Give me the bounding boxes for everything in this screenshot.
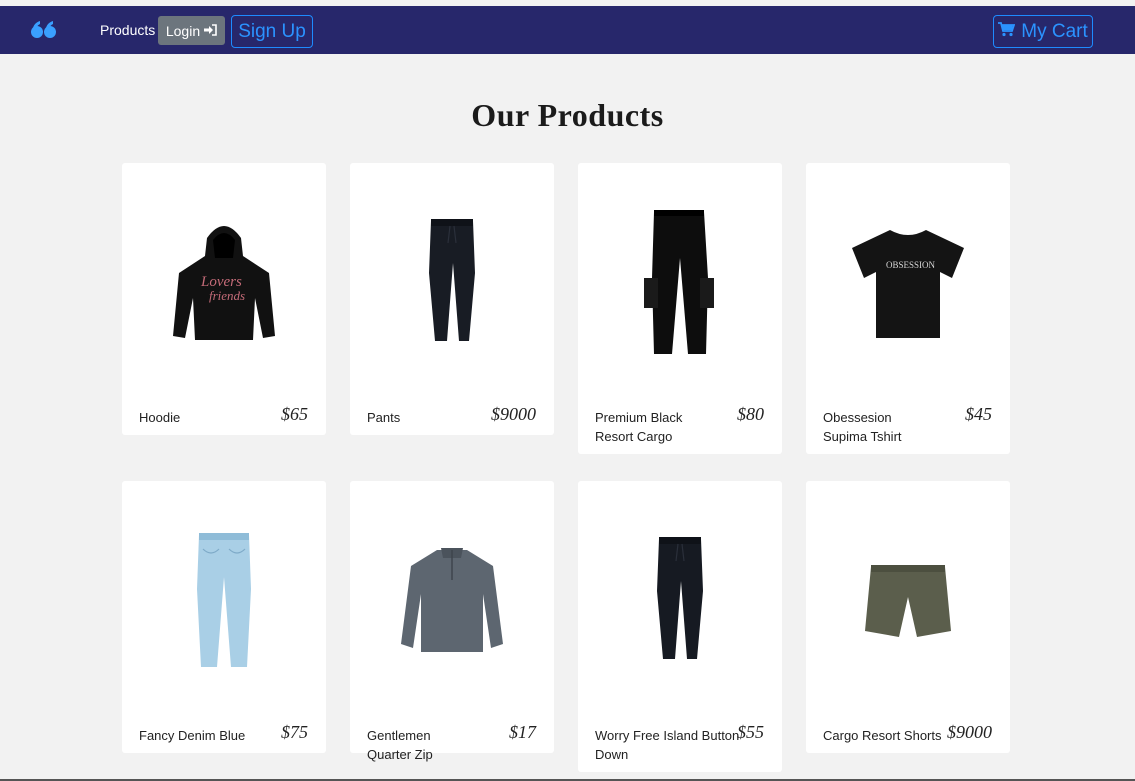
my-cart-label: My Cart [1021, 20, 1088, 42]
denim-jeans-image[interactable] [122, 501, 326, 701]
product-name: Fancy Denim Blue [139, 728, 246, 743]
product-card[interactable]: Worry Free Island Button Down $55 [578, 481, 782, 772]
pants-image[interactable] [350, 183, 554, 383]
login-label: Login [165, 22, 201, 39]
product-card[interactable]: Pants $9000 [350, 163, 554, 435]
product-card[interactable]: OBSESSION Obessesion Supima Tshirt $45 [806, 163, 1010, 454]
product-card[interactable]: Gentlemen Quarter Zip $17 [350, 481, 554, 762]
svg-text:friends: friends [209, 288, 245, 303]
product-card[interactable]: Lovers friends Hoodie $65 [122, 163, 326, 435]
login-button[interactable]: Login [158, 16, 225, 45]
quote-icon[interactable] [30, 18, 58, 42]
page-title: Our Products [471, 97, 664, 133]
tshirt-image[interactable]: OBSESSION [806, 183, 1010, 383]
my-cart-button[interactable]: My Cart [993, 15, 1093, 48]
product-card[interactable]: Cargo Resort Shorts $9000 [806, 481, 1010, 753]
product-price: $55 [737, 722, 764, 742]
cart-icon [998, 21, 1016, 43]
hoodie-image[interactable]: Lovers friends [122, 183, 326, 383]
product-card[interactable]: Premium Black Resort Cargo $80 [578, 163, 782, 454]
product-price: $9000 [491, 404, 536, 424]
shorts-image[interactable] [806, 501, 1010, 701]
quarter-zip-image[interactable] [350, 501, 554, 701]
product-price: $17 [509, 722, 536, 742]
product-price: $80 [737, 404, 764, 424]
product-name: Premium Black Resort Cargo [595, 410, 683, 444]
pants-image[interactable] [578, 501, 782, 701]
product-name: Cargo Resort Shorts [823, 728, 942, 743]
product-price: $75 [281, 722, 308, 742]
product-price: $9000 [947, 722, 992, 742]
product-card[interactable]: Fancy Denim Blue $75 [122, 481, 326, 753]
product-name: Worry Free Island Button Down [595, 728, 740, 762]
product-name: Gentlemen Quarter Zip [367, 728, 433, 762]
product-name: Obessesion Supima Tshirt [823, 410, 902, 444]
nav-link-products[interactable]: Products [100, 22, 155, 38]
product-name: Hoodie [139, 410, 181, 425]
svg-text:OBSESSION: OBSESSION [886, 260, 936, 270]
sign-in-icon [204, 23, 217, 39]
product-price: $65 [281, 404, 308, 424]
navbar: Products Login Sign Up My Cart [0, 6, 1135, 54]
cargo-pants-image[interactable] [578, 183, 782, 383]
product-name: Pants [367, 410, 401, 425]
product-price: $45 [965, 404, 992, 424]
signup-button[interactable]: Sign Up [231, 15, 313, 48]
